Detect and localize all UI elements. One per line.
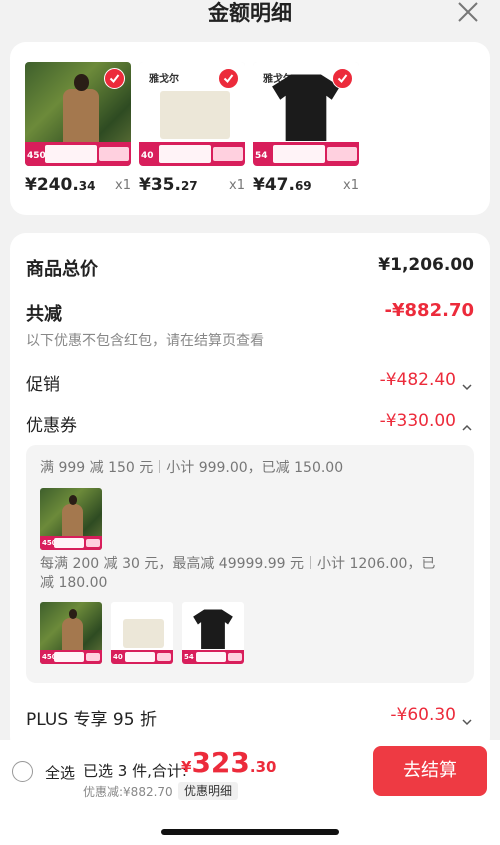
discount-detail-button[interactable]: 优惠明细 bbox=[178, 782, 239, 800]
product-card: 450 ¥240.34 x1 雅戈尔 40 ¥35.27 x1 雅戈尔 54 ¥… bbox=[10, 42, 490, 215]
product-image: 雅戈尔 54 bbox=[253, 62, 359, 166]
coupon-value: -¥330.00 bbox=[379, 411, 456, 431]
checkout-button[interactable]: 去结算 bbox=[373, 746, 487, 796]
coupon-detail-box: 满 999 减 150 元小计 999.00，已减 150.00 450 每满 … bbox=[26, 445, 474, 683]
product-image: 雅戈尔 40 bbox=[139, 62, 245, 166]
coupon-2-text: 每满 200 减 30 元，最高减 49999.99 元小计 1206.00，已… bbox=[40, 556, 436, 591]
selected-count: 已选 3 件,合计: bbox=[83, 762, 187, 780]
product-qty: x1 bbox=[115, 178, 131, 193]
total-value: ¥1,206.00 bbox=[378, 255, 474, 275]
chevron-down-icon[interactable] bbox=[462, 376, 472, 395]
home-indicator bbox=[161, 829, 339, 835]
plus-label: PLUS 专享 95 折 bbox=[26, 710, 157, 730]
plus-value: -¥60.30 bbox=[390, 705, 456, 725]
page-title: 金额明细 bbox=[208, 1, 292, 25]
product-item[interactable]: 雅戈尔 40 ¥35.27 x1 bbox=[139, 62, 245, 195]
checkmark-icon[interactable] bbox=[218, 68, 239, 89]
discount-note: 以下优惠不包含红包，请在结算页查看 bbox=[26, 333, 264, 349]
promo-tag: 54 bbox=[253, 142, 359, 166]
checkmark-icon[interactable] bbox=[104, 68, 125, 89]
product-price: ¥35.27 bbox=[139, 175, 198, 195]
coupon-2-product: 40 bbox=[111, 602, 173, 664]
coupon-1-text: 满 999 减 150 元小计 999.00，已减 150.00 bbox=[40, 460, 344, 476]
checkmark-icon[interactable] bbox=[332, 68, 353, 89]
promo-value: -¥482.40 bbox=[379, 370, 456, 390]
product-image: 450 bbox=[25, 62, 131, 166]
close-icon[interactable] bbox=[456, 0, 480, 24]
select-all-radio[interactable] bbox=[12, 761, 33, 782]
total-amount: ¥323.30 bbox=[181, 746, 277, 779]
product-qty: x1 bbox=[229, 178, 245, 193]
brand-logo: 雅戈尔 bbox=[149, 74, 179, 85]
coupon-1-product: 450 bbox=[40, 488, 102, 550]
coupon-label: 优惠券 bbox=[26, 416, 77, 436]
promo-tag: 450 bbox=[25, 142, 131, 166]
header: 金额明细 bbox=[0, 0, 500, 30]
chevron-down-icon[interactable] bbox=[462, 711, 472, 730]
promo-label: 促销 bbox=[26, 375, 60, 395]
product-qty: x1 bbox=[343, 178, 359, 193]
chevron-up-icon[interactable] bbox=[462, 417, 472, 436]
product-item[interactable]: 雅戈尔 54 ¥47.69 x1 bbox=[253, 62, 359, 195]
checkout-bar: 全选 已选 3 件,合计: ¥323.30 优惠减:¥882.70 优惠明细 去… bbox=[0, 740, 500, 845]
product-item[interactable]: 450 ¥240.34 x1 bbox=[25, 62, 131, 195]
total-label: 商品总价 bbox=[26, 259, 98, 280]
reduce-value: -¥882.70 bbox=[384, 300, 474, 321]
select-all-label[interactable]: 全选 bbox=[45, 762, 75, 783]
discount-summary: 优惠减:¥882.70 bbox=[83, 785, 173, 799]
price-breakdown: 商品总价 ¥1,206.00 共减 -¥882.70 以下优惠不包含红包，请在结… bbox=[10, 233, 490, 753]
coupon-2-product: 450 bbox=[40, 602, 102, 664]
product-price: ¥47.69 bbox=[253, 175, 312, 195]
reduce-label: 共减 bbox=[26, 304, 62, 325]
promo-tag: 40 bbox=[139, 142, 245, 166]
product-price: ¥240.34 bbox=[25, 175, 96, 195]
coupon-2-product: 54 bbox=[182, 602, 244, 664]
